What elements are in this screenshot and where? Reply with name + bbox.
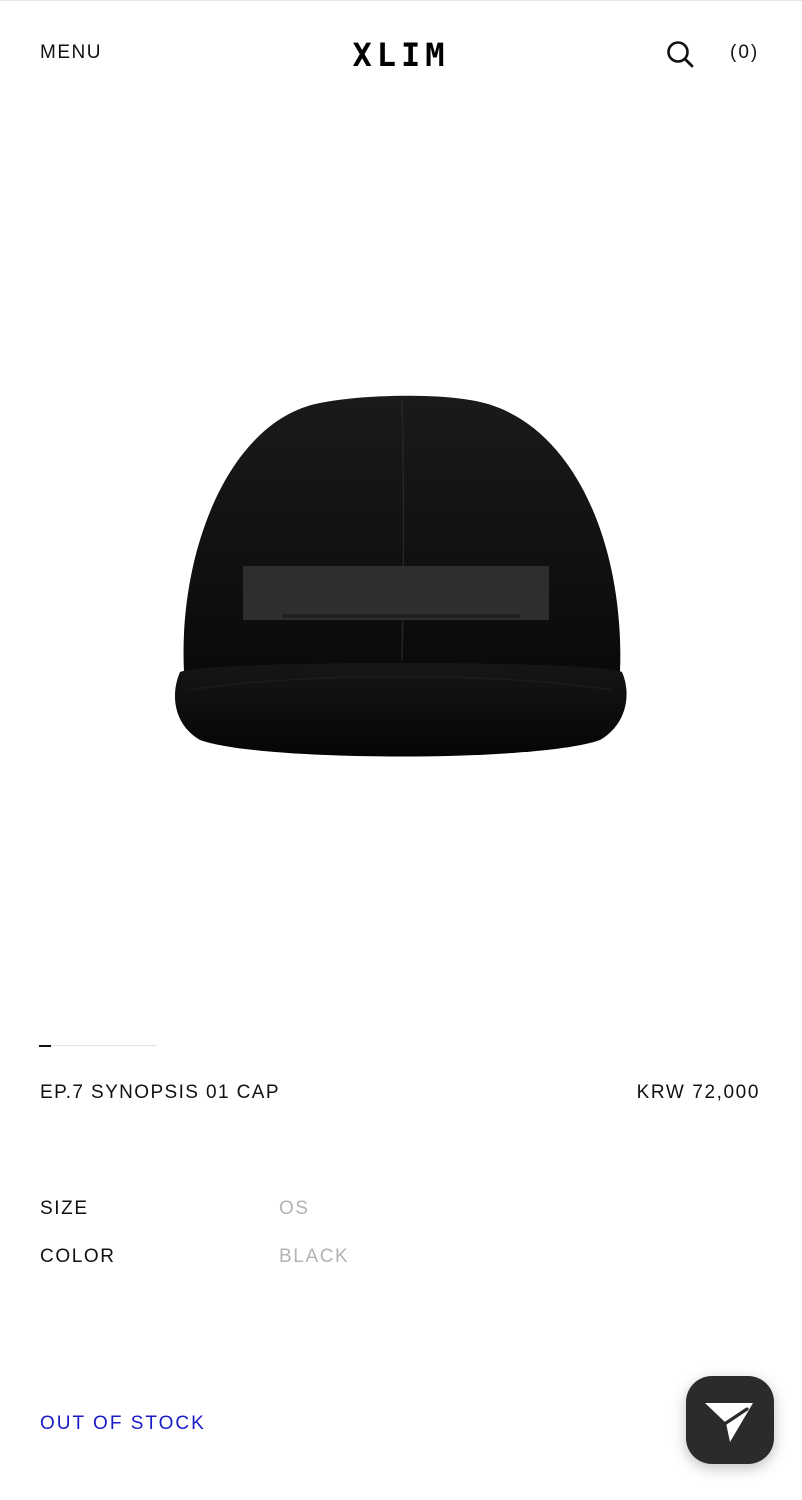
product-title: EP.7 SYNOPSIS 01 CAP <box>40 1082 280 1103</box>
product-price: KRW 72,000 <box>636 1082 760 1103</box>
menu-button[interactable]: MENU <box>40 42 102 64</box>
gallery-progress-track[interactable] <box>40 1045 157 1046</box>
size-option-os[interactable]: OS <box>279 1198 310 1220</box>
size-label: SIZE <box>40 1198 89 1219</box>
out-of-stock-status: OUT OF STOCK <box>40 1413 206 1434</box>
cap-image <box>174 395 627 757</box>
cart-count-button[interactable]: (0) <box>730 42 759 64</box>
search-icon <box>667 41 694 68</box>
product-image[interactable] <box>0 300 802 860</box>
chat-send-button[interactable] <box>686 1376 774 1464</box>
color-label: COLOR <box>40 1246 116 1267</box>
send-plane-icon <box>705 1403 753 1442</box>
search-button[interactable] <box>664 38 696 70</box>
site-header: MENU XLIM (0) <box>0 0 802 110</box>
color-option-black[interactable]: BLACK <box>279 1246 349 1268</box>
gallery-progress-thumb <box>39 1045 51 1047</box>
